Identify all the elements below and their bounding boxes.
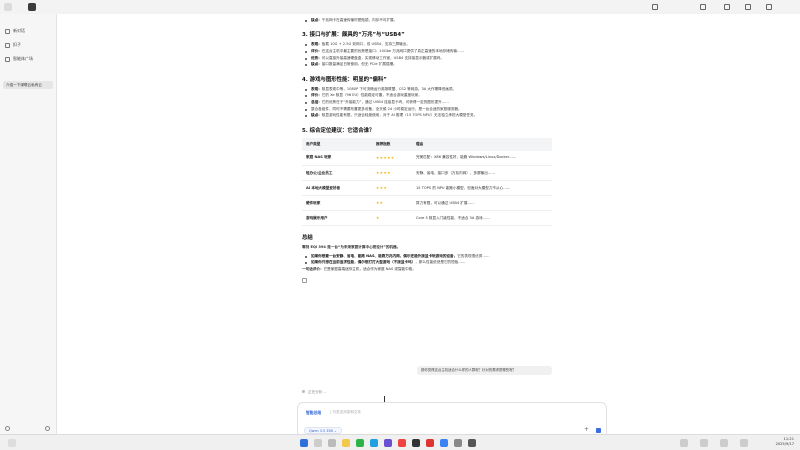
list-item: 表现：板载 10G + 2.5G 双网口，双 USB4，支持三屏输出。 <box>302 42 612 47</box>
list-item: 评价：它的 Xe 核显（96 EU）性能稳定可靠，不适合游戏重度玩家。 <box>302 93 612 98</box>
list-item: 如果你只想在当前追求性能，偶尔想打打大型游戏（不接显卡坞），那么性能依然是它的短… <box>302 260 612 265</box>
table-row: 家庭 NAS 玩家 ★★★★★ 完美匹配：X86 兼容性好，能跑 Windows… <box>302 150 552 167</box>
list-item: 评价：在这台主机中最主要的优势是接口：10Gbe 万兆网口提供了真正高速的本地存… <box>302 49 612 54</box>
app-icon[interactable] <box>440 439 448 447</box>
list-item: 缺点：千兆网卡在高速传输时是瓶颈，内存不可扩展。 <box>302 18 612 23</box>
volume-icon[interactable] <box>740 439 748 447</box>
table-cell-user: 游戏娱乐用户 <box>302 210 372 227</box>
sidebar-toggle-icon[interactable] <box>28 3 36 11</box>
edge-icon[interactable] <box>370 439 378 447</box>
settings-icon[interactable] <box>45 426 50 431</box>
table-header: 用户类型 <box>302 137 372 151</box>
table-row: 轻办公/企业员工 ★★★★ 安静、省电、接口多（万兆内网），多屏输出…… <box>302 165 552 182</box>
table-cell-stars: ★★★ <box>372 180 412 197</box>
table-cell-reason: 完美匹配：X86 兼容性好，能跑 Windows/Linux/Docker…… <box>412 150 552 167</box>
mail-icon[interactable] <box>652 4 658 10</box>
copy-icon[interactable] <box>302 277 307 283</box>
clock[interactable]: 11:21 2025/9/17 <box>770 437 794 447</box>
app-icon <box>4 3 12 11</box>
summary-lead: 零刻 EQi 394 是一台“为未来家庭计算中心而设计”的机器。 <box>302 245 401 250</box>
table-cell-reason: Core 5 核显入门级性能，不适合 3A 游戏…… <box>412 210 552 227</box>
table-cell-stars: ★★★★★ <box>372 150 412 167</box>
list-item: 缺点：核显游戏性能有限，只适合轻度使用，对于 AI 推理（15 TOPS NPU… <box>302 113 612 118</box>
send-icon[interactable] <box>596 428 601 433</box>
sidebar-item-label: 新对话 <box>13 28 25 33</box>
table-cell-stars: ★ <box>372 210 412 227</box>
app-icon[interactable] <box>426 439 434 447</box>
table-header: 理由 <box>412 137 552 151</box>
model-selector[interactable]: Qwen 3.5 35B ⌄ <box>304 427 342 434</box>
agent-square-icon <box>5 56 10 62</box>
list-item: 优势：可以直接外接高速硬盘盒，实现移动工作室，USB4 支持接显示器或扩展坞。 <box>302 56 612 61</box>
table-header-row: 用户类型 推荐指数 理由 <box>302 137 552 151</box>
widgets-icon[interactable] <box>8 439 16 447</box>
add-attachment-icon[interactable]: + <box>584 427 589 433</box>
table-cell-user: AI 本地大模型爱好者 <box>302 180 372 197</box>
table-cell-user: 家庭 NAS 玩家 <box>302 150 372 167</box>
sidebar-chat-item-active[interactable]: 介绍一下绿联云私有云 <box>3 81 53 89</box>
sidebar: 新对话 扣子 智能体广场 介绍一下绿联云私有云 <box>0 14 57 434</box>
table-cell-stars: ★★ <box>372 195 412 212</box>
list-item: 整合各组件，同时不需要布置更多设备，全天候 24 小时稳定运行，是一台合适的家庭… <box>302 107 612 112</box>
thinking-status: 正在分析… <box>302 390 326 395</box>
start-icon[interactable] <box>300 439 308 447</box>
chat-main: 缺点：千兆网卡在高速传输时是瓶颈，内存不可扩展。 3. 接口与扩展：颇具的“万兆… <box>57 14 800 438</box>
app-icon[interactable] <box>398 439 406 447</box>
table-cell-reason: 算力有限，可以通过 USB4 扩展…… <box>412 195 552 212</box>
chat-input-placeholder[interactable]: | 可发送消息和文本 <box>330 410 361 415</box>
text-cursor <box>384 396 385 402</box>
sidebar-item-label: 智能体广场 <box>13 56 33 61</box>
user-message: 那你觉得这台主机适合什么样的人群呢？针对的需求是哪些呢？ <box>417 366 552 375</box>
table-cell-user: 硬件玩家 <box>302 195 372 212</box>
list-item: 总结：它的优势在于“外接能力”，通过 USB4 连接显卡坞，可获得一定的图形提升… <box>302 100 612 105</box>
maximize-icon[interactable] <box>745 4 751 10</box>
clock-date: 2025/9/17 <box>775 442 794 446</box>
list-item: 缺点：接口数量满足日常使用，但无 PCIe 扩展插槽。 <box>302 62 612 67</box>
close-icon[interactable] <box>766 4 772 10</box>
section-heading: 5. 综合定位建议：它适合谁？ <box>302 127 375 134</box>
summary-closing: 一句话评价：它是家庭高端迷你主机，适合作为家庭 NAS 或智能中枢。 <box>302 267 416 272</box>
table-header: 推荐指数 <box>372 137 412 151</box>
wifi-icon[interactable] <box>720 439 728 447</box>
list-item: 如果你想要一台安静、省电、能跑 NAS、能跑万兆内网，偶尔还能外接显卡玩游戏的设… <box>302 254 612 259</box>
taskbar: 11:21 2025/9/17 <box>0 434 800 450</box>
search-icon[interactable] <box>314 439 322 447</box>
new-chat-icon <box>5 28 10 34</box>
table-row: 硬件玩家 ★★ 算力有限，可以通过 USB4 扩展…… <box>302 195 552 212</box>
tray-app-icon[interactable] <box>700 439 708 447</box>
table-cell-stars: ★★★★ <box>372 165 412 182</box>
table-row: 游戏娱乐用户 ★ Core 5 核显入门级性能，不适合 3A 游戏…… <box>302 210 552 227</box>
section-heading: 总结 <box>302 235 313 242</box>
loading-dot-icon <box>302 390 305 393</box>
table-cell-reason: 安静、省电、接口多（万兆内网），多屏输出…… <box>412 165 552 182</box>
app-icon[interactable] <box>412 439 420 447</box>
bot-icon <box>5 42 10 48</box>
assistant-message: 缺点：千兆网卡在高速传输时是瓶颈，内存不可扩展。 3. 接口与扩展：颇具的“万兆… <box>302 18 612 288</box>
section-heading: 3. 接口与扩展：颇具的“万兆”与“USB4” <box>302 32 405 39</box>
list-item: 表现：核显表现中等，1080P 下可流畅运行英雄联盟、CS2 等网游，3A 大作… <box>302 87 612 92</box>
wechat-icon[interactable] <box>356 439 364 447</box>
minimize-icon[interactable] <box>724 4 730 10</box>
window-title-bar <box>0 0 800 14</box>
app-icon[interactable] <box>454 439 462 447</box>
settings-icon[interactable] <box>700 4 706 10</box>
app-icon[interactable] <box>468 439 476 447</box>
sidebar-item-bot[interactable]: 扣子 <box>5 41 21 49</box>
sidebar-item-agent-square[interactable]: 智能体广场 <box>5 55 33 63</box>
recommendation-table: 用户类型 推荐指数 理由 家庭 NAS 玩家 ★★★★★ 完美匹配：X86 兼容… <box>302 137 552 227</box>
sidebar-item-label: 扣子 <box>13 42 21 47</box>
table-row: AI 本地大模型爱好者 ★★★ 15 TOPS 的 NPU 能跑小模型，但面对大… <box>302 180 552 197</box>
chat-input-box[interactable]: 智能总结 | 可发送消息和文本 Qwen 3.5 35B ⌄ + <box>297 402 607 438</box>
tray-expand-icon[interactable] <box>680 439 688 447</box>
mode-label[interactable]: 智能总结 <box>306 410 321 416</box>
sidebar-item-new-chat[interactable]: 新对话 <box>5 27 25 35</box>
app-icon[interactable] <box>384 439 392 447</box>
explorer-icon[interactable] <box>342 439 350 447</box>
table-cell-user: 轻办公/企业员工 <box>302 165 372 182</box>
table-cell-reason: 15 TOPS 的 NPU 能跑小模型，但面对大模型力不从心…… <box>412 180 552 197</box>
task-view-icon[interactable] <box>328 439 336 447</box>
section-heading: 4. 游戏与图形性能：明显的“偏科” <box>302 76 387 83</box>
user-avatar-icon[interactable] <box>5 426 10 431</box>
